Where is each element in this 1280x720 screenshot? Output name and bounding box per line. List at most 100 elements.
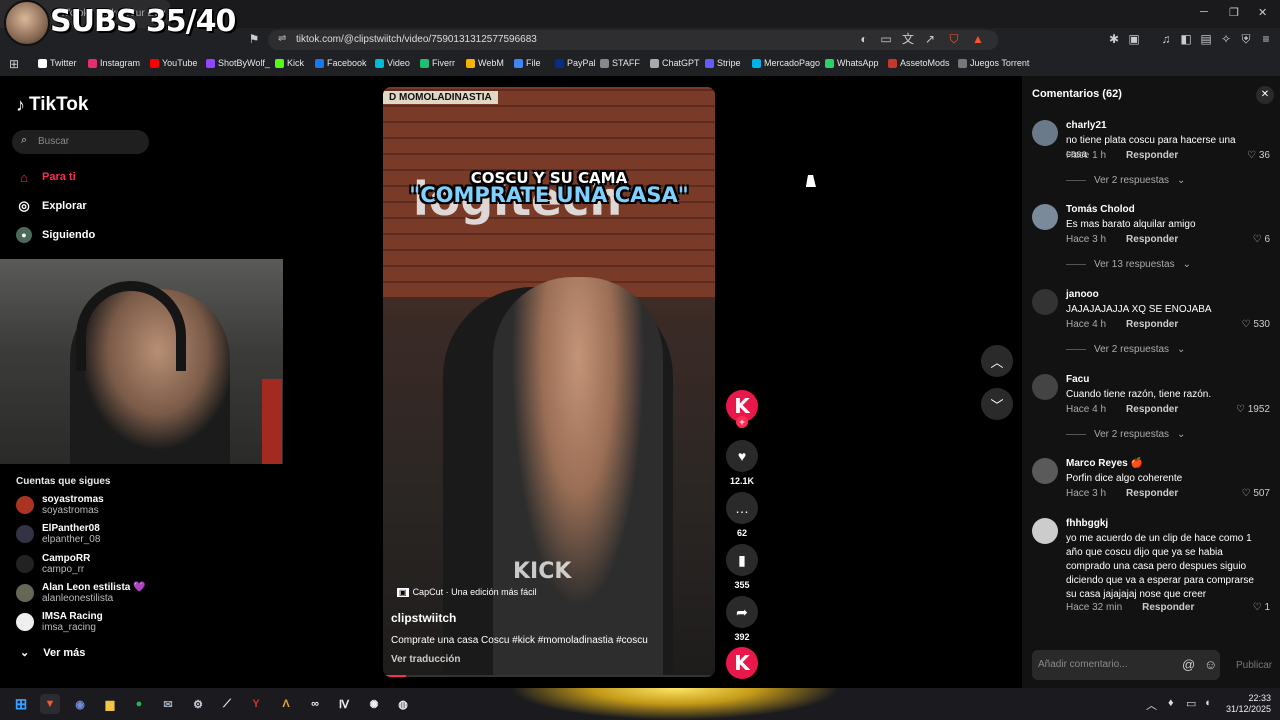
bookmark-stripe[interactable]: Stripe [705,58,741,68]
bookmark-shotbywolf-[interactable]: ShotByWolf_ [206,58,270,68]
followed-account[interactable]: IMSA Racing imsa_racing [16,611,103,633]
bookmark-webm[interactable]: WebM [466,58,504,68]
translate-link[interactable]: Ver traducción [391,654,460,665]
reply-button[interactable]: Responder [1126,319,1178,330]
tiktok-logo[interactable]: ♪ TikTok [16,94,88,116]
heart-icon[interactable]: ♥ [726,440,758,472]
reader-mode-icon[interactable]: ◐ [856,31,872,47]
comment-like[interactable]: ♡ 36 [1247,150,1270,161]
reply-button[interactable]: Responder [1126,234,1178,245]
comment-like[interactable]: ♡ 530 [1242,319,1270,330]
avatar[interactable] [1032,518,1058,544]
video-progress-bar[interactable] [383,675,715,677]
bookmark-juegos-torrent[interactable]: Juegos Torrent [958,58,1029,68]
save-action[interactable]: ▮ 355 [724,544,760,590]
bookmark-icon[interactable]: ▮ [726,544,758,576]
bookmark-file[interactable]: File [514,58,541,68]
next-video-chevron-down-icon[interactable]: ﹀ [981,388,1013,420]
avatar[interactable] [1032,458,1058,484]
obs-icon[interactable]: ◍ [393,694,413,714]
like-action[interactable]: ♥ 12.1K [724,440,760,486]
comment-user[interactable]: Marco Reyes 🍎 [1066,458,1143,469]
bookmark-assetomods[interactable]: AssetoMods [888,58,950,68]
video-author[interactable]: clipstwiitch [391,611,456,625]
see-more-button[interactable]: ⌄ Ver más [20,646,85,660]
avatar[interactable] [1032,204,1058,230]
brave-shield-icon[interactable]: ⛉ [946,31,962,47]
reply-button[interactable]: Responder [1126,150,1178,161]
nav-siguiendo[interactable]: ● Siguiendo [16,227,95,243]
menu-icon[interactable]: ≡ [1258,31,1274,47]
bookmark-chatgpt[interactable]: ChatGPT [650,58,700,68]
bookmark-mercadopago[interactable]: MercadoPago [752,58,820,68]
view-replies-button[interactable]: Ver 2 respuestas ⌄ [1066,344,1185,355]
chatgpt-icon[interactable]: ✺ [364,694,384,714]
file-explorer-icon[interactable]: ▆ [100,694,120,714]
spotify-icon[interactable]: ● [129,694,149,714]
app-icon-3[interactable]: Λ [276,694,296,714]
translate-icon[interactable]: 文 [900,31,916,47]
comment-like[interactable]: ♡ 507 [1242,488,1270,499]
comment-input[interactable]: Añadir comentario... @ ☺ [1032,650,1220,680]
comment-like[interactable]: ♡ 6 [1253,234,1270,245]
microphone-icon[interactable]: ♦ [1168,697,1174,709]
brave-browser-icon[interactable]: ▼ [40,694,60,714]
publish-button[interactable]: Publicar [1236,660,1272,671]
sound-avatar[interactable]: K [726,647,758,679]
comment-action[interactable]: … 62 [724,492,760,538]
view-replies-button[interactable]: Ver 13 respuestas ⌄ [1066,259,1191,270]
wallet-icon[interactable]: ▤ [1198,31,1214,47]
volume-icon[interactable]: ◖ [1204,697,1211,709]
followed-account[interactable]: CampoRR campo_rr [16,553,90,575]
bookmark-youtube[interactable]: YouTube [150,58,197,68]
mail-icon[interactable]: ✉ [158,694,178,714]
maximize-icon[interactable]: ❐ [1229,6,1239,19]
capcut-label[interactable]: ▣ CapCut · Una edición más fácil [397,587,537,597]
view-replies-button[interactable]: Ver 2 respuestas ⌄ [1066,175,1185,186]
share-action[interactable]: ➦ 392 [724,596,760,642]
follow-plus-icon[interactable]: + [736,416,748,428]
comment-user[interactable]: fhhbggkj [1066,518,1108,529]
followed-account[interactable]: ElPanther08 elpanther_08 [16,523,100,545]
nav-para-ti[interactable]: ⌂ Para ti [16,169,76,185]
rewards-icon[interactable]: ▲ [970,31,986,47]
share-icon[interactable]: ↗ [922,31,938,47]
bookmark-instagram[interactable]: Instagram [88,58,140,68]
avatar[interactable] [1032,120,1058,146]
app-icon-5[interactable]: Ⅳ [334,694,354,714]
avatar[interactable] [1032,374,1058,400]
view-replies-button[interactable]: Ver 2 respuestas ⌄ [1066,429,1185,440]
bookmark-staff[interactable]: STAFF [600,58,640,68]
bookmark-twitter[interactable]: Twitter [38,58,77,68]
app-icon-2[interactable]: Y [246,694,266,714]
mention-icon[interactable]: @ [1182,657,1195,672]
share-arrow-icon[interactable]: ➦ [726,596,758,628]
comment-user[interactable]: Tomás Cholod [1066,204,1135,215]
nav-explorar[interactable]: ◎ Explorar [16,198,86,214]
media-icon[interactable]: ♫ [1158,31,1174,47]
comment-user[interactable]: janooo [1066,289,1099,300]
followed-account[interactable]: soyastromas soyastromas [16,494,104,516]
minimize-icon[interactable]: ─ [1200,6,1208,18]
sidebar-icon[interactable]: ◧ [1178,31,1194,47]
vpn-icon[interactable]: ⛨ [1238,31,1254,47]
reply-button[interactable]: Responder [1142,602,1194,613]
comment-like[interactable]: ♡ 1 [1253,602,1270,613]
reply-button[interactable]: Responder [1126,488,1178,499]
comment-user[interactable]: Facu [1066,374,1089,385]
bookmark-fiverr[interactable]: Fiverr [420,58,455,68]
cast-icon[interactable]: ▭ [878,31,894,47]
app-icon-4[interactable]: ∞ [305,694,325,714]
network-icon[interactable]: ▭ [1186,697,1196,710]
leo-icon[interactable]: ✧ [1218,31,1234,47]
bookmark-whatsapp[interactable]: WhatsApp [825,58,879,68]
previous-video-chevron-up-icon[interactable]: ︿ [981,345,1013,377]
close-icon[interactable]: ✕ [1256,86,1274,104]
avatar[interactable] [1032,289,1058,315]
tray-chevron-up-icon[interactable]: ︿ [1146,697,1157,713]
video-player[interactable]: D MOMOLADINASTIA logitech COSCU Y SU CAM… [383,87,715,677]
bookmark-kick[interactable]: Kick [275,58,304,68]
bookmark-facebook[interactable]: Facebook [315,58,367,68]
system-clock[interactable]: 22:33 31/12/2025 [1226,693,1271,715]
site-info-icon[interactable]: ⇌ [278,33,286,44]
